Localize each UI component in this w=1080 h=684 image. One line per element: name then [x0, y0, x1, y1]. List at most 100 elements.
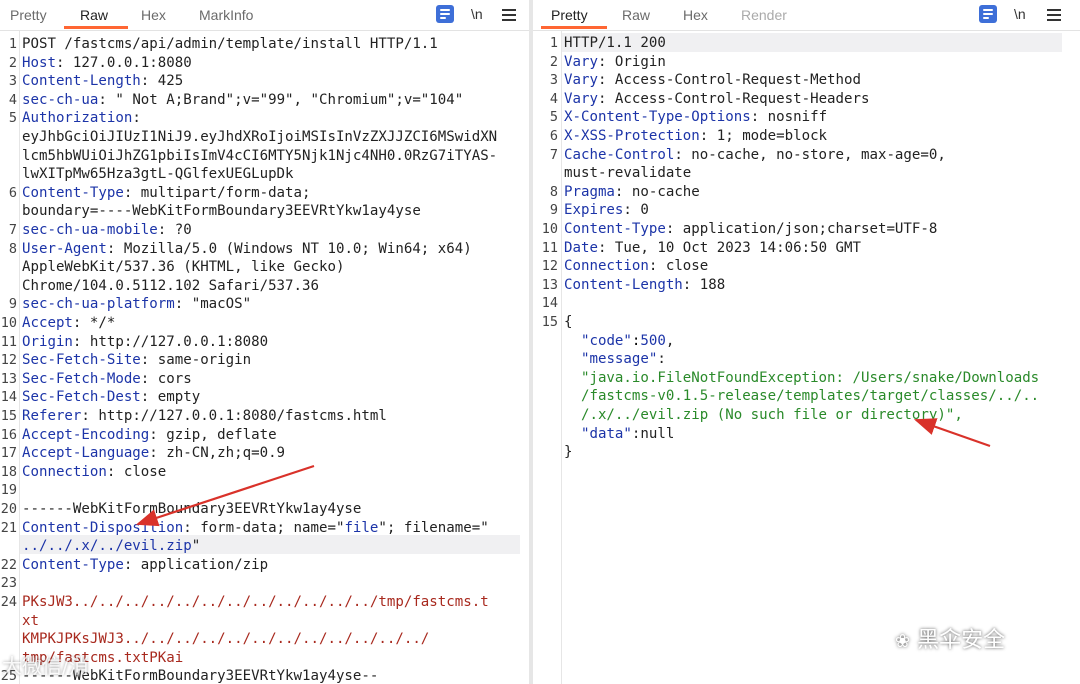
- header-value: : 425: [141, 73, 183, 89]
- code-line: lcm5hbWUiOiJhZG1pbiIsImV4cCI6MTY5Njk1Njc…: [22, 147, 497, 166]
- header-name: Content-Type: [564, 221, 666, 237]
- line-text: ------WebKitFormBoundary3EEVRtYkw1ay4yse: [22, 501, 361, 517]
- code-line: Sec-Fetch-Mode: cors: [22, 370, 192, 389]
- code-line: Connection: close: [22, 463, 166, 482]
- header-name: X-Content-Type-Options: [564, 109, 751, 125]
- header-value: : Access-Control-Request-Headers: [598, 91, 870, 107]
- code-line: /fastcms-v0.1.5-release/templates/target…: [564, 387, 1039, 406]
- header-value: : application/zip: [124, 557, 268, 573]
- code-line: Chrome/104.0.5112.102 Safari/537.36: [22, 277, 319, 296]
- line-number: 20: [0, 500, 17, 519]
- code-line: Content-Length: 188: [564, 276, 725, 295]
- code-line: User-Agent: Mozilla/5.0 (Windows NT 10.0…: [22, 240, 472, 259]
- header-value: : form-data; name=": [183, 520, 344, 536]
- header-name: Content-Length: [22, 73, 141, 89]
- header-value: : no-cache: [615, 184, 700, 200]
- json-punct: ,: [666, 333, 675, 349]
- line-number: 6: [533, 127, 558, 146]
- header-name: Sec-Fetch-Site: [22, 352, 141, 368]
- line-text: lcm5hbWUiOiJhZG1pbiIsImV4cCI6MTY5Njk1Njc…: [22, 148, 497, 164]
- line-number: 2: [0, 54, 17, 73]
- header-name: Referer: [22, 408, 81, 424]
- header-value: : Mozilla/5.0 (Windows NT 10.0; Win64; x…: [107, 241, 472, 257]
- header-name: Authorization: [22, 110, 132, 126]
- code-line: HTTP/1.1 200: [564, 34, 666, 53]
- header-value: : close: [649, 258, 708, 274]
- code-line: Vary: Origin: [564, 53, 666, 72]
- code-line: "java.io.FileNotFoundException: /Users/s…: [564, 369, 1039, 388]
- header-value: : 188: [683, 277, 725, 293]
- code-line: "data":null: [564, 425, 674, 444]
- header-value: : Origin: [598, 54, 666, 70]
- menu-icon[interactable]: [502, 9, 516, 24]
- menu-icon[interactable]: [1047, 9, 1061, 24]
- line-number: 22: [0, 556, 17, 575]
- line-number: 14: [533, 294, 558, 313]
- header-value: : cors: [141, 371, 192, 387]
- line-text: POST /fastcms/api/admin/template/install…: [22, 36, 438, 52]
- header-name: Vary: [564, 54, 598, 70]
- newline-toggle[interactable]: \n: [1014, 6, 1026, 22]
- line-text: KMPKJPKsJWJ3../../../../../../..…: [22, 631, 429, 647]
- wrap-lines-icon[interactable]: [979, 5, 997, 23]
- code-line: POST /fastcms/api/admin/template/install…: [22, 35, 438, 54]
- code-line: Host: 127.0.0.1:8080: [22, 54, 192, 73]
- header-value: : no-cache, no-store, max-age=0,: [674, 147, 946, 163]
- request-editor[interactable]: 1 POST /fastcms/api/admin/template/instal…: [0, 31, 529, 684]
- newline-toggle[interactable]: \n: [471, 6, 483, 22]
- line-number: 5: [533, 108, 558, 127]
- line-number: 11: [533, 239, 558, 258]
- line-text: {: [564, 314, 573, 330]
- header-name: Date: [564, 240, 598, 256]
- line-text: PKsJW3../../../../../../../../../../../…: [22, 594, 489, 610]
- line-number: 15: [533, 313, 558, 332]
- line-number: 8: [533, 183, 558, 202]
- code-line: }: [564, 443, 573, 462]
- tab-raw[interactable]: Raw: [622, 7, 650, 23]
- code-line: sec-ch-ua-platform: "macOS": [22, 295, 251, 314]
- tab-raw[interactable]: Raw: [80, 7, 108, 23]
- tab-markinfo[interactable]: MarkInfo: [199, 7, 253, 23]
- line-text: /.x/../evil.zip (No such file or directo…: [564, 407, 963, 423]
- code-line: Accept-Language: zh-CN,zh;q=0.9: [22, 444, 285, 463]
- line-number: 11: [0, 333, 17, 352]
- line-number: 13: [533, 276, 558, 295]
- tab-hex[interactable]: Hex: [683, 7, 708, 23]
- tab-pretty[interactable]: Pretty: [551, 7, 588, 23]
- line-number: 21: [0, 519, 17, 538]
- header-name: sec-ch-ua: [22, 92, 98, 108]
- json-punct: :null: [632, 426, 674, 442]
- line-number: 24: [0, 593, 17, 612]
- json-value: 500: [640, 333, 665, 349]
- response-editor[interactable]: 1 HTTP/1.1 200 2 Vary: Origin 3 Vary: Access-…: [533, 31, 1080, 684]
- header-name: Accept-Language: [22, 445, 149, 461]
- line-text: must-revalidate: [564, 165, 691, 181]
- tab-pretty[interactable]: Pretty: [10, 7, 47, 23]
- line-text: eyJhbGciOiJIUzI1NiJ9.eyJhdXRoIjoiMSIsInV…: [22, 129, 497, 145]
- code-line: "code":500,: [564, 332, 674, 351]
- header-value: : application/json;charset=UTF-8: [666, 221, 938, 237]
- code-line: Content-Length: 425: [22, 72, 183, 91]
- line-text: ": [192, 538, 201, 554]
- line-number: 16: [0, 426, 17, 445]
- code-line: X-XSS-Protection: 1; mode=block: [564, 127, 827, 146]
- line-number: 4: [0, 91, 17, 110]
- wrap-lines-icon[interactable]: [436, 5, 454, 23]
- code-line: ../../.x/../evil.zip": [22, 537, 200, 556]
- code-line: Pragma: no-cache: [564, 183, 700, 202]
- tab-hex[interactable]: Hex: [141, 7, 166, 23]
- json-key: "message": [581, 351, 657, 367]
- header-name: sec-ch-ua-platform: [22, 296, 175, 312]
- header-value: : "macOS": [175, 296, 251, 312]
- header-name: Content-Length: [564, 277, 683, 293]
- code-line: sec-ch-ua-mobile: ?0: [22, 221, 192, 240]
- code-line: Content-Type: application/json;charset=U…: [564, 220, 937, 239]
- header-name: Vary: [564, 72, 598, 88]
- watermark-right: ❀ 黑伞安全: [895, 622, 1005, 654]
- line-number: 2: [533, 53, 558, 72]
- header-value: :: [132, 110, 141, 126]
- line-number: 10: [0, 314, 17, 333]
- header-name: Sec-Fetch-Dest: [22, 389, 141, 405]
- line-number: 3: [533, 71, 558, 90]
- tab-render[interactable]: Render: [741, 7, 787, 23]
